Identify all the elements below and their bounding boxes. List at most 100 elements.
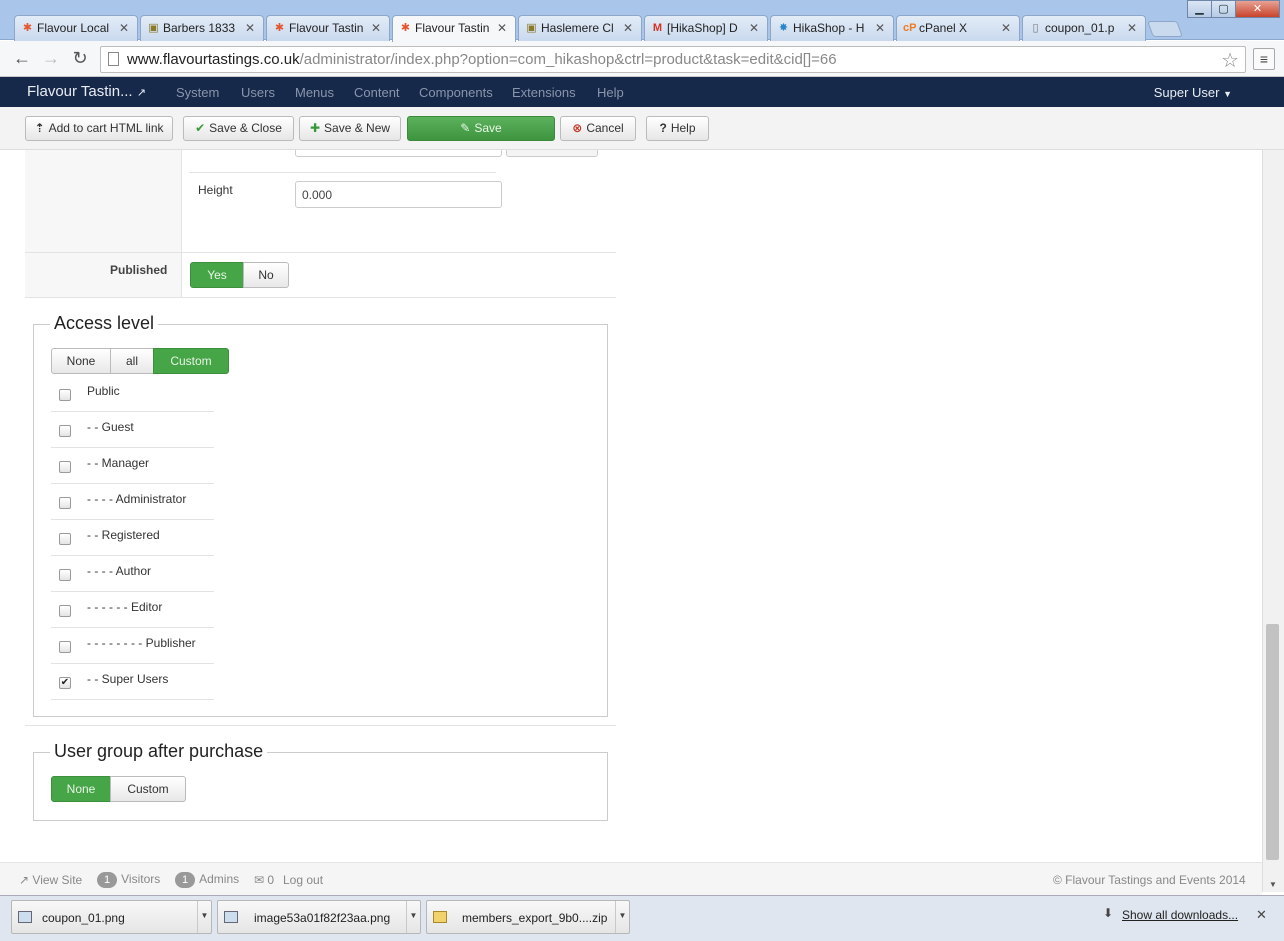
access-group-label: - - Guest (87, 420, 134, 434)
envelope-icon: ✉ (254, 873, 265, 887)
unit-select[interactable] (506, 150, 598, 157)
browser-tab[interactable]: ▣ Barbers 1833 ✕ (140, 15, 264, 41)
access-group-row: ✔ - - Super Users (51, 664, 214, 700)
back-button[interactable]: ← (12, 49, 32, 69)
browser-tab[interactable]: ▯ coupon_01.p ✕ (1022, 15, 1146, 41)
close-window-button[interactable]: ✕ (1235, 0, 1280, 18)
tab-title: coupon_01.p (1045, 21, 1115, 35)
copyright-text: © Flavour Tastings and Events 2014 (1053, 873, 1246, 887)
access-group-checkbox[interactable] (59, 497, 71, 509)
messages-link[interactable]: ✉ 0 (254, 873, 274, 887)
browser-tab[interactable]: ✱ Flavour Tastin ✕ (392, 15, 516, 42)
help-button[interactable]: ? Help (646, 116, 709, 141)
menu-components[interactable]: Components (419, 85, 493, 100)
check-icon: ✔ (195, 121, 206, 135)
shop-icon: ▣ (148, 22, 159, 34)
menu-extensions[interactable]: Extensions (512, 85, 576, 100)
height-input[interactable]: 0.000 (295, 181, 502, 208)
page-icon (108, 52, 119, 66)
tab-close-icon[interactable]: ✕ (749, 21, 759, 35)
menu-system[interactable]: System (176, 85, 219, 100)
hikashop-icon: ✸ (778, 22, 789, 34)
menu-help[interactable]: Help (597, 85, 624, 100)
browser-tab-strip: ✱ Flavour Local ✕ ▣ Barbers 1833 ✕ ✱ Flavour Ta… (0, 0, 1284, 42)
browser-tab[interactable]: ✱ Flavour Tastin ✕ (266, 15, 390, 41)
published-no-button[interactable]: No (243, 262, 289, 288)
tab-close-icon[interactable]: ✕ (875, 21, 885, 35)
close-downloads-bar-icon[interactable]: ✕ (1256, 907, 1267, 923)
url-path: /administrator/index.php?option=com_hika… (299, 51, 837, 68)
minimize-window-button[interactable]: ▁ (1187, 0, 1212, 18)
access-mode-none-button[interactable]: None (51, 348, 111, 374)
access-group-checkbox[interactable] (59, 533, 71, 545)
access-group-checkbox[interactable] (59, 569, 71, 581)
download-item[interactable]: coupon_01.png ▼ (11, 900, 212, 934)
access-group-label: - - Registered (87, 528, 160, 542)
address-bar[interactable]: www.flavourtastings.co.uk/administrator/… (100, 46, 1246, 73)
access-group-checkbox[interactable] (59, 425, 71, 437)
plus-icon: ✚ (309, 121, 321, 135)
user-group-after-purchase-legend: User group after purchase (50, 741, 268, 762)
forward-button[interactable]: → (41, 49, 61, 69)
tab-close-icon[interactable]: ✕ (623, 21, 633, 35)
chrome-menu-button[interactable]: ≡ (1253, 48, 1275, 70)
tab-title: Flavour Local (37, 21, 110, 35)
menu-users[interactable]: Users (241, 85, 275, 100)
tab-close-icon[interactable]: ✕ (497, 21, 507, 35)
after-purchase-custom-button[interactable]: Custom (110, 776, 186, 802)
add-to-cart-html-link-button[interactable]: ⇡ Add to cart HTML link (25, 116, 173, 141)
browser-tab[interactable]: cP cPanel X ✕ (896, 15, 1020, 41)
published-yes-button[interactable]: Yes (190, 262, 244, 288)
menu-content[interactable]: Content (354, 85, 400, 100)
browser-tab[interactable]: M [HikaShop] D ✕ (644, 15, 768, 41)
access-group-checkbox[interactable]: ✔ (59, 677, 71, 689)
browser-tab[interactable]: ✸ HikaShop - H ✕ (770, 15, 894, 41)
new-tab-button[interactable] (1147, 21, 1183, 37)
joomla-icon: ✱ (22, 22, 33, 34)
reload-button[interactable]: ↻ (70, 49, 90, 69)
site-brand-link[interactable]: Flavour Tastin... ↗ (27, 83, 146, 100)
page-icon: ▯ (1032, 22, 1039, 34)
access-group-label: - - - - Author (87, 564, 152, 578)
menu-menus[interactable]: Menus (295, 85, 334, 100)
save-and-new-button[interactable]: ✚ Save & New (299, 116, 401, 141)
view-site-link[interactable]: ↗ View Site (19, 873, 82, 887)
maximize-window-button[interactable]: ▢ (1211, 0, 1236, 18)
download-menu-arrow-icon[interactable]: ▼ (197, 901, 211, 933)
browser-tab[interactable]: ▣ Haslemere Cl ✕ (518, 15, 642, 41)
show-all-downloads-link[interactable]: Show all downloads... (1122, 908, 1238, 922)
page-content: Height 0.000 Published Yes No Access lev… (0, 150, 1262, 862)
download-item[interactable]: members_export_9b0....zip ▼ (426, 900, 630, 934)
browser-tab[interactable]: ✱ Flavour Local ✕ (14, 15, 138, 41)
tab-close-icon[interactable]: ✕ (119, 21, 129, 35)
scrollbar-thumb[interactable] (1266, 624, 1279, 860)
scroll-down-arrow-icon[interactable]: ▼ (1269, 880, 1277, 889)
width-input[interactable] (295, 150, 502, 157)
bookmark-star-icon[interactable]: ☆ (1221, 48, 1239, 72)
tab-close-icon[interactable]: ✕ (245, 21, 255, 35)
access-mode-custom-button[interactable]: Custom (153, 348, 229, 374)
upload-icon: ⇡ (34, 121, 45, 135)
logout-link[interactable]: Log out (283, 873, 323, 887)
question-icon: ? (659, 121, 667, 135)
access-group-checkbox[interactable] (59, 605, 71, 617)
download-item[interactable]: image53a01f82f23aa.png ▼ (217, 900, 421, 934)
save-and-close-button[interactable]: ✔ Save & Close (183, 116, 294, 141)
access-group-checkbox[interactable] (59, 461, 71, 473)
access-mode-all-button[interactable]: all (110, 348, 154, 374)
access-group-checkbox[interactable] (59, 389, 71, 401)
download-menu-arrow-icon[interactable]: ▼ (615, 901, 629, 933)
tab-close-icon[interactable]: ✕ (371, 21, 381, 35)
tab-title: Haslemere Cl (541, 21, 614, 35)
tab-close-icon[interactable]: ✕ (1127, 21, 1137, 35)
save-button[interactable]: ✎ Save (407, 116, 555, 141)
after-purchase-none-button[interactable]: None (51, 776, 111, 802)
page-scrollbar[interactable]: ▼ (1262, 150, 1284, 892)
tab-close-icon[interactable]: ✕ (1001, 21, 1011, 35)
user-menu[interactable]: Super User ▼ (1154, 85, 1232, 100)
access-group-checkbox[interactable] (59, 641, 71, 653)
cancel-button[interactable]: ⊗ Cancel (560, 116, 636, 141)
access-group-label: - - - - - - Editor (87, 600, 163, 614)
download-arrow-icon: ⬇ (1103, 906, 1114, 920)
download-menu-arrow-icon[interactable]: ▼ (406, 901, 420, 933)
